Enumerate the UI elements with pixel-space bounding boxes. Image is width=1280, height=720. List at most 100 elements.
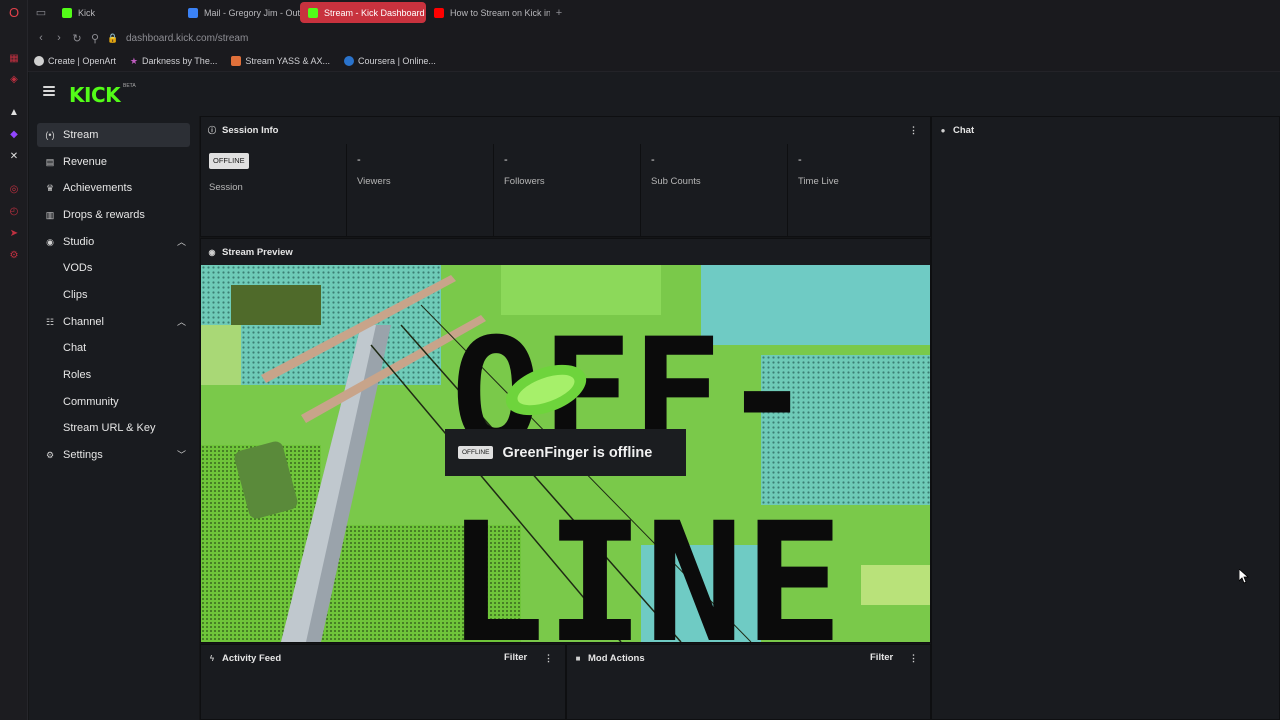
stat-label: Sub Counts (651, 176, 701, 187)
sidebar-item-channel[interactable]: ☷ Channel ︿ (37, 310, 190, 334)
bookmark-openart[interactable]: Create | OpenArt (34, 56, 116, 66)
trophy-icon: ♛ (45, 182, 55, 193)
sidebar-item-stream-url-key[interactable]: Stream URL & Key (37, 416, 190, 440)
followers-stat: - Followers (493, 144, 640, 236)
panel-title: Mod Actions (588, 652, 645, 664)
url-path: /stream (214, 32, 249, 44)
bookmark-label: Darkness by The... (141, 56, 218, 66)
stat-value: - (504, 154, 508, 166)
tab-bar: ▭ Kick Mail - Gregory Jim - Outl Stream … (28, 0, 1280, 25)
sidebar-item-settings[interactable]: ⚙ Settings ﹀ (37, 443, 190, 467)
sidebar-item-revenue[interactable]: ▤ Revenue (37, 150, 190, 174)
sidebar-item-label: Clips (63, 289, 88, 301)
sidebar-item-stream[interactable]: (•) Stream (37, 123, 190, 147)
bookmark-coursera[interactable]: Coursera | Online... (344, 56, 436, 66)
beta-badge: BETA (123, 83, 136, 89)
openart-icon (34, 56, 44, 66)
more-options-icon[interactable]: ⋮ (909, 126, 918, 135)
stat-value: - (357, 154, 361, 166)
messenger-icon[interactable]: ◈ (7, 72, 21, 86)
star-icon: ★ (129, 55, 138, 66)
info-icon: ⓘ (208, 125, 216, 135)
sidebar-item-vods[interactable]: VODs (37, 256, 190, 280)
x-icon[interactable]: ✕ (7, 149, 21, 163)
sidebar-item-label: Stream URL & Key (63, 422, 156, 434)
stat-label: Followers (504, 176, 545, 187)
sidebar-item-roles[interactable]: Roles (37, 363, 190, 387)
settings-icon[interactable]: ⚙ (7, 248, 21, 262)
sidebar-item-label: Stream (63, 129, 99, 141)
sidebar-item-drops-rewards[interactable]: ▥ Drops & rewards (37, 203, 190, 227)
sidebar-item-label: Drops & rewards (63, 209, 145, 221)
sidebar-item-label: Community (63, 396, 119, 408)
shield-icon: ■ (575, 653, 581, 663)
tab-stream-dashboard[interactable]: Stream - Kick Dashboard (300, 2, 426, 23)
tab-overview-icon[interactable]: ▭ (28, 6, 54, 19)
filter-button[interactable]: Filter (870, 652, 893, 663)
tab-label: How to Stream on Kick in (450, 7, 550, 18)
broadcast-icon: (•) (45, 130, 55, 140)
stat-label: Viewers (357, 176, 391, 187)
browser-side-panel: O ▦ ◈ ▲ ◆ ✕ ◎ ◴ ➤ ⚙ (0, 0, 28, 720)
session-stat: OFFLINE Session (201, 144, 346, 236)
sidebar-item-community[interactable]: Community (37, 390, 190, 414)
more-options-icon[interactable]: ⋮ (909, 654, 918, 663)
youtube-favicon-icon (434, 7, 444, 18)
bookmark-darkness[interactable]: ★ Darkness by The... (130, 56, 217, 67)
tab-how-to-stream[interactable]: How to Stream on Kick in (426, 2, 550, 23)
sidebar-item-label: Achievements (63, 182, 133, 194)
sidebar-item-clips[interactable]: Clips (37, 283, 190, 307)
chevron-up-icon[interactable]: ︿ (177, 235, 186, 248)
bookmark-favicon-icon (231, 56, 242, 66)
people-icon: ☷ (45, 316, 55, 327)
kick-favicon-icon (62, 7, 72, 18)
send-icon[interactable]: ➤ (7, 226, 21, 240)
twitch-icon[interactable]: ◆ (7, 127, 21, 141)
new-tab-button[interactable]: + (550, 7, 568, 19)
opera-logo-icon[interactable]: O (7, 5, 21, 20)
forward-icon[interactable]: › (50, 32, 68, 44)
panel-title: Session Info (222, 124, 279, 136)
mouse-cursor-icon (1239, 569, 1249, 584)
panel-title: Chat (953, 124, 975, 136)
menu-icon[interactable] (43, 86, 55, 96)
bookmark-stream-yass[interactable]: Stream YASS & AX... (231, 56, 330, 66)
chevron-up-icon[interactable]: ︿ (177, 315, 186, 328)
sidebar-item-label: Revenue (63, 156, 108, 168)
history-icon[interactable]: ◴ (7, 204, 21, 218)
outlook-favicon-icon (188, 7, 198, 18)
player-icon[interactable]: ◎ (7, 182, 21, 196)
session-info-panel: ⓘ Session Info ⋮ OFFLINE Session - Viewe… (200, 116, 931, 237)
session-info-header: ⓘ Session Info (201, 117, 930, 143)
bookmark-label: Stream YASS & AX... (245, 56, 331, 66)
tab-label: Stream - Kick Dashboard (324, 7, 425, 18)
more-options-icon[interactable]: ⋮ (544, 654, 553, 663)
bookmark-label: Create | OpenArt (48, 56, 116, 66)
aria-icon[interactable]: ▲ (7, 105, 21, 119)
sidebar-item-chat[interactable]: Chat (37, 336, 190, 360)
filter-button[interactable]: Filter (504, 652, 527, 663)
kick-logo[interactable]: KICK (69, 83, 121, 107)
sidebar-app-icon[interactable]: ▦ (7, 51, 21, 65)
tab-mail[interactable]: Mail - Gregory Jim - Outl (180, 2, 300, 23)
mod-actions-panel: ■ Mod Actions Filter ⋮ (566, 644, 931, 720)
url-field[interactable]: dashboard.kick.com/stream (126, 33, 248, 44)
chevron-down-icon[interactable]: ﹀ (177, 448, 186, 461)
bookmarks-bar: Create | OpenArt ★ Darkness by The... Str… (28, 51, 1280, 72)
activity-feed-panel: ϟ Activity Feed Filter ⋮ (200, 644, 566, 720)
tab-kick[interactable]: Kick (54, 2, 180, 23)
easy-setup-icon[interactable]: ⚲ (86, 32, 104, 45)
sidebar-item-label: Roles (63, 369, 92, 381)
panel-title: Stream Preview (222, 246, 293, 258)
chat-panel: ● Chat (931, 116, 1280, 720)
stat-value: - (651, 154, 655, 166)
gear-icon: ⚙ (45, 449, 55, 460)
tab-label: Kick (78, 7, 96, 18)
back-icon[interactable]: ‹ (32, 32, 50, 44)
offline-message: OFFLINE GreenFinger is offline (445, 429, 686, 476)
reload-icon[interactable]: ↻ (68, 32, 86, 45)
sidebar-item-studio[interactable]: ◉ Studio ︿ (37, 230, 190, 254)
offline-message-text: GreenFinger is offline (502, 444, 653, 461)
sidebar-item-achievements[interactable]: ♛ Achievements (37, 176, 190, 200)
kick-favicon-icon (308, 7, 318, 18)
